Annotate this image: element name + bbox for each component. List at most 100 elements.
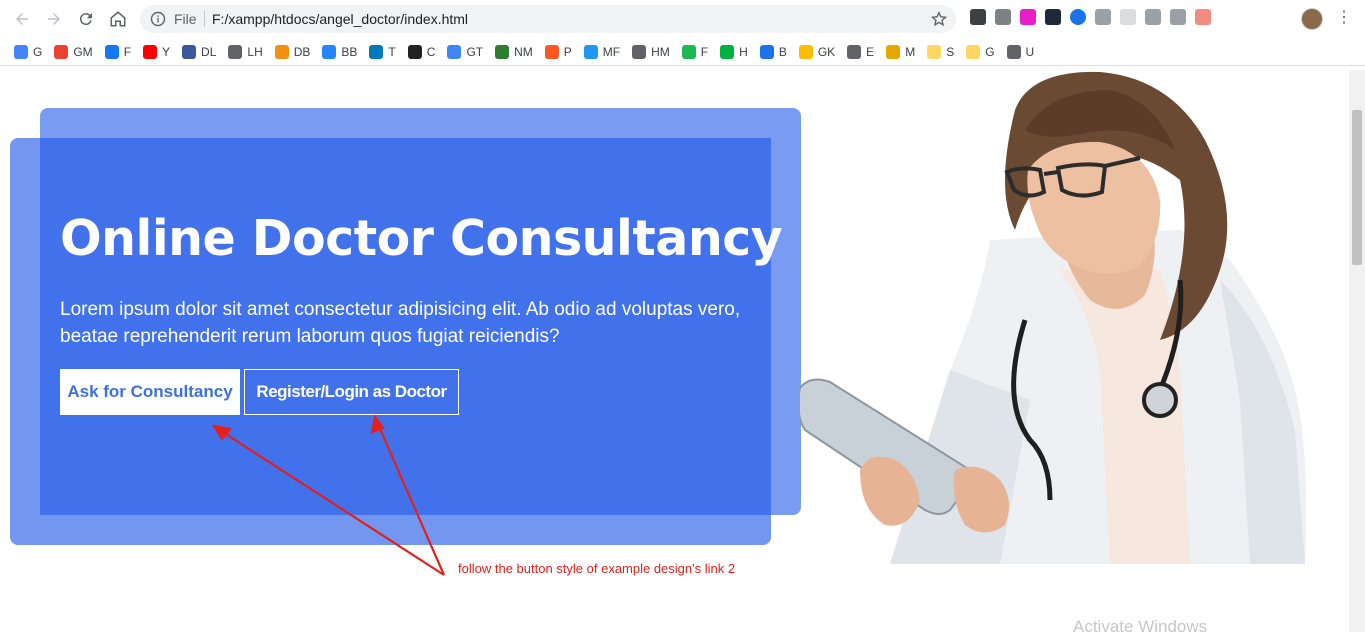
bookmark-item[interactable]: E — [847, 44, 875, 59]
bookmark-label: M — [905, 44, 916, 59]
bookmark-item[interactable]: BB — [322, 44, 358, 59]
bookmark-icon — [583, 44, 598, 59]
address-bar[interactable]: File F:/xampp/htdocs/angel_doctor/index.… — [140, 5, 956, 33]
arrow-left-icon — [16, 13, 28, 25]
info-icon — [150, 11, 166, 27]
bookmark-label: LH — [247, 44, 263, 59]
bookmark-icon — [274, 44, 289, 59]
windows-watermark: Activate Windows — [1073, 617, 1208, 632]
hero-title: Online Doctor Consultancy — [60, 210, 783, 267]
annotation-note: follow the button style of example desig… — [458, 561, 736, 576]
bookmark-item[interactable]: F — [104, 44, 132, 59]
extension-icon[interactable] — [970, 9, 986, 25]
bookmark-label: GT — [466, 44, 484, 59]
bookmark-item[interactable]: M — [886, 44, 916, 59]
bookmark-icon — [228, 44, 243, 59]
bookmark-label: Y — [162, 44, 171, 59]
bookmark-item[interactable]: DL — [182, 44, 217, 59]
bookmark-icon — [14, 44, 28, 59]
bookmark-item[interactable]: MF — [583, 44, 621, 59]
bookmark-item[interactable]: B — [759, 44, 787, 59]
extension-icon[interactable] — [1070, 9, 1086, 25]
home-button[interactable] — [102, 3, 134, 35]
bookmark-icon — [966, 44, 981, 59]
address-divider — [204, 11, 205, 27]
bookmark-icon — [369, 44, 384, 59]
bookmark-icon — [54, 44, 69, 59]
bookmark-label: B — [778, 44, 787, 59]
bookmark-item[interactable]: Y — [143, 44, 171, 59]
star-icon[interactable] — [930, 10, 948, 28]
forward-button[interactable] — [38, 3, 70, 35]
bookmark-icon — [632, 44, 647, 59]
bookmark-label: T — [388, 44, 396, 59]
ask-consultancy-button[interactable]: Ask for Consultancy — [60, 369, 240, 415]
camera-icon[interactable] — [1145, 9, 1161, 25]
extension-icon[interactable] — [1045, 9, 1061, 25]
bookmark-item[interactable]: F — [681, 44, 709, 59]
scrollbar-thumb[interactable] — [1352, 110, 1362, 265]
bookmark-item[interactable]: HM — [632, 44, 670, 59]
bookmark-item[interactable]: S — [927, 44, 955, 59]
bookmark-label: S — [946, 44, 955, 59]
bookmark-label: BB — [341, 44, 358, 59]
url-text[interactable]: F:/xampp/htdocs/angel_doctor/index.html — [212, 11, 468, 27]
arrow-right-icon — [48, 13, 60, 25]
bookmark-icon — [720, 44, 735, 59]
bookmark-item[interactable]: DB — [274, 44, 311, 59]
extension-icon[interactable] — [1020, 9, 1036, 25]
home-icon — [110, 11, 126, 27]
bookmark-icon — [182, 44, 197, 59]
bookmark-label: MF — [602, 44, 621, 59]
bookmarks-bar: G GM F Y DL LH DB BB T C GT NM P MF HM F H B GK E M S G U — [0, 38, 1365, 66]
hero-description: Lorem ipsum dolor sit amet consectetur a… — [60, 299, 741, 347]
bookmark-icon — [759, 44, 774, 59]
bookmark-label: F — [700, 44, 709, 59]
menu-icon[interactable]: ⋮ — [1336, 10, 1352, 26]
bookmark-icon — [104, 44, 119, 59]
bookmark-item[interactable]: GK — [798, 44, 835, 59]
bookmark-item[interactable]: G — [14, 44, 42, 59]
bookmark-item[interactable]: G — [966, 44, 995, 59]
bookmark-icon — [407, 44, 422, 59]
bookmark-label: DL — [201, 44, 217, 59]
profile-avatar[interactable] — [1301, 8, 1323, 30]
extension-icon[interactable] — [1195, 9, 1211, 25]
bookmark-item[interactable]: NM — [495, 44, 533, 59]
bookmark-label: GM — [73, 44, 93, 59]
bookmark-icon — [927, 44, 942, 59]
spellcheck-icon[interactable] — [1120, 9, 1136, 25]
document-icon[interactable] — [1095, 9, 1111, 25]
bookmark-icon — [681, 44, 696, 59]
bookmark-item[interactable]: U — [1006, 44, 1035, 59]
bookmark-icon — [322, 44, 337, 59]
reload-icon — [79, 13, 92, 26]
bookmark-label: E — [866, 44, 875, 59]
register-login-doctor-button[interactable]: Register/Login as Doctor — [244, 369, 459, 415]
bookmark-icon — [798, 44, 813, 59]
bookmark-label: F — [123, 44, 132, 59]
bookmark-item[interactable]: P — [544, 44, 572, 59]
drive-icon[interactable] — [995, 9, 1011, 25]
scrollbar[interactable] — [1349, 70, 1365, 632]
bookmark-item[interactable]: C — [407, 44, 435, 59]
clipboard-icon[interactable] — [1170, 9, 1186, 25]
bookmark-icon — [143, 44, 158, 59]
bookmark-item[interactable]: H — [720, 44, 748, 59]
bookmark-icon — [886, 44, 901, 59]
bookmark-label: HM — [651, 44, 670, 59]
reload-button[interactable] — [70, 3, 102, 35]
bookmark-label: DB — [293, 44, 311, 59]
bookmark-label: U — [1025, 44, 1035, 59]
bookmark-item[interactable]: T — [369, 44, 396, 59]
bookmark-icon — [447, 44, 462, 59]
bookmark-label: G — [985, 44, 995, 59]
bookmark-item[interactable]: LH — [228, 44, 263, 59]
bookmark-label: NM — [514, 44, 533, 59]
back-button[interactable] — [6, 3, 38, 35]
bookmark-item[interactable]: GT — [447, 44, 484, 59]
browser-toolbar: File F:/xampp/htdocs/angel_doctor/index.… — [0, 0, 1365, 38]
bookmark-item[interactable]: GM — [54, 44, 93, 59]
bookmark-label: P — [563, 44, 572, 59]
bookmark-icon — [847, 44, 862, 59]
